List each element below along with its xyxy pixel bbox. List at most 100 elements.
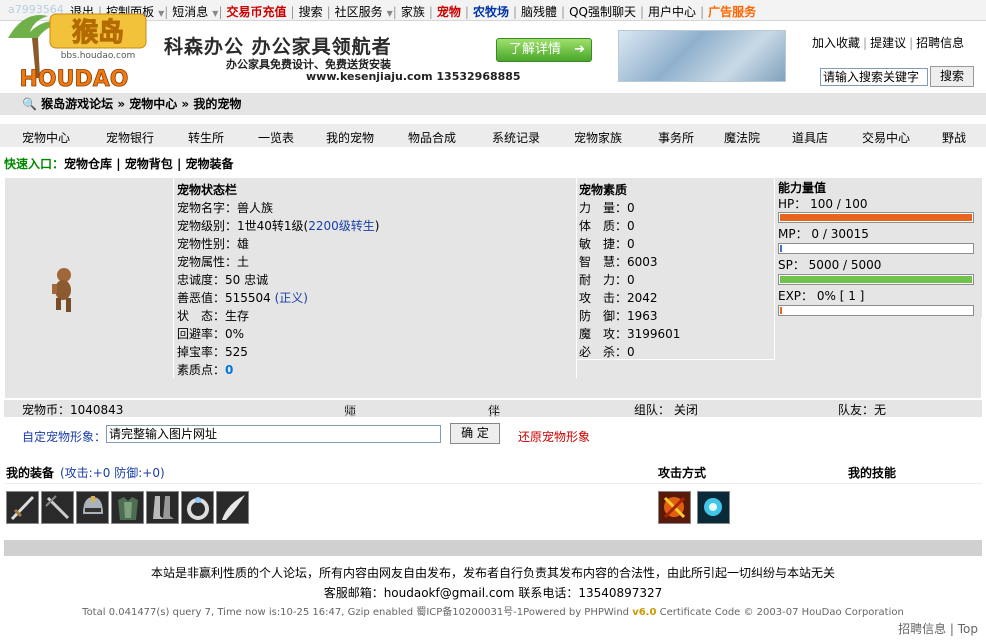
dagger-icon[interactable]	[41, 491, 74, 524]
armor-icon[interactable]	[111, 491, 144, 524]
footer-meta-suffix: Certificate Code © 2003-07 HouDao Corpor…	[656, 607, 904, 618]
top-nav-item[interactable]: 搜索	[295, 3, 327, 20]
search-input[interactable]: 请输入搜索关键字	[820, 68, 928, 86]
top-nav-item[interactable]: 脑残體	[517, 3, 561, 20]
equipment-stats: (攻击:+0 防御:+0)	[60, 466, 165, 480]
image-url-input[interactable]: 请完整输入图片网址	[106, 425, 441, 443]
main-nav-item[interactable]: 物品合成	[408, 129, 456, 146]
top-nav-item[interactable]: 农牧场	[469, 3, 513, 20]
karma-link[interactable]: (正义)	[275, 291, 308, 305]
search-icon: 🔍	[22, 97, 37, 111]
site-logo[interactable]: 猴岛 bbs.houdao.com HOUDAO	[4, 8, 156, 92]
quick-entry-label: 快速入口：	[4, 157, 65, 171]
exp-label: EXP： 0% [ 1 ]	[778, 289, 865, 303]
sword-icon[interactable]	[6, 491, 39, 524]
footer-contact: 客服邮箱：houdaokf@gmail.com 联系电话：13540897327	[323, 586, 663, 600]
main-nav-item[interactable]: 转生所	[188, 129, 224, 146]
logo-graphic: 猴岛 bbs.houdao.com HOUDAO	[8, 13, 147, 92]
main-nav-item[interactable]: 魔法院	[724, 129, 760, 146]
quick-link-warehouse[interactable]: 宠物仓库	[64, 157, 112, 171]
pet-karma-text: 善恶值：515504	[177, 291, 275, 305]
main-nav-item[interactable]: 我的宠物	[326, 129, 374, 146]
pet-karma: 善恶值：515504 (正义)	[177, 289, 573, 307]
main-nav-item[interactable]: 宠物银行	[106, 129, 154, 146]
mp-bar	[778, 243, 974, 254]
teammate-status: 队友：无	[838, 403, 887, 417]
ring-icon[interactable]	[181, 491, 214, 524]
quick-link-equipment[interactable]: 宠物装备	[186, 157, 234, 171]
footer-meta: Total 0.041477(s) query 7, Time now is:1…	[4, 603, 982, 618]
energy-header: 能力量值	[778, 181, 827, 195]
ice-orb-icon[interactable]	[697, 491, 730, 524]
pet-gender: 宠物性别：雄	[177, 237, 250, 251]
main-nav-item[interactable]: 野战	[942, 129, 966, 146]
top-nav-item[interactable]: 家族	[397, 3, 429, 20]
pet-portrait-cell	[5, 178, 171, 398]
info-bar: 宠物币：1040843 师傅：无 伴侣：无 组队： 关闭 队友：无	[4, 400, 982, 435]
footer-top-link[interactable]: Top	[958, 622, 978, 636]
main-nav-item[interactable]: 宠物家族	[574, 129, 622, 146]
top-nav-item[interactable]: 宠物	[433, 3, 465, 20]
ad-details-label: 了解详情	[509, 42, 562, 57]
quick-entry: 快速入口：宠物仓库 | 宠物背包 | 宠物装备	[4, 157, 234, 171]
energy-column: 能力量值 HP： 100 / 100 MP： 0 / 30015 SP： 500…	[776, 178, 982, 318]
custom-image-row: 自定宠物形象： 请完整输入图片网址 确 定 还原宠物形象	[4, 418, 982, 460]
main-nav: 宠物中心 宠物银行 转生所 一览表 我的宠物 物品合成 系统记录 宠物家族 事务所 魔法院 道具店 交…	[0, 123, 986, 148]
ad-banner[interactable]: 科森办公 办公家具领航者 办公家具免费设计、免费送货安装 www.kesenji…	[150, 26, 790, 88]
quality-rows: 力 量：0 体 质：0 敏 捷：0 智 慧：6003 耐 力：0 攻 击：2042 防 御：…	[579, 199, 772, 361]
footer-links: 招聘信息 | Top	[898, 622, 978, 636]
main-nav-item[interactable]: 道具店	[792, 129, 828, 146]
breadcrumb-path[interactable]: 猴岛游戏论坛 » 宠物中心 » 我的宠物	[41, 97, 241, 111]
rebirth-link[interactable]: 2200级转生	[308, 219, 375, 233]
exp-bar	[778, 305, 974, 316]
main-nav-item[interactable]: 系统记录	[492, 129, 540, 146]
quality-header: 宠物素质	[579, 183, 628, 197]
main-nav-item[interactable]: 事务所	[658, 129, 694, 146]
status-column: 宠物状态栏 宠物名字：兽人族 宠物级别：1世40转1级(2200级转生) 宠物性…	[173, 178, 577, 378]
quality-stat: 智 慧：6003	[579, 255, 658, 269]
add-favorite-link[interactable]: 加入收藏	[812, 36, 860, 50]
status-header: 宠物状态栏	[177, 183, 238, 197]
quality-stat: 攻 击：2042	[579, 291, 658, 305]
divider-bar	[4, 540, 982, 556]
main-nav-item[interactable]: 一览表	[258, 129, 294, 146]
jobs-link[interactable]: 招聘信息	[916, 36, 964, 50]
fire-attack-icon[interactable]	[658, 491, 691, 524]
suggest-link[interactable]: 提建议	[870, 36, 906, 50]
top-nav-item[interactable]: QQ强制聊天	[565, 3, 640, 20]
hp-fill	[780, 214, 972, 221]
top-nav-item[interactable]: 社区服务	[331, 3, 387, 20]
confirm-button[interactable]: 确 定	[450, 423, 500, 444]
search-button[interactable]: 搜索	[930, 66, 974, 87]
quick-link-backpack[interactable]: 宠物背包	[125, 157, 173, 171]
boots-icon[interactable]	[146, 491, 179, 524]
pet-points-value[interactable]: 0	[225, 363, 233, 377]
pet-evade: 回避率：0%	[177, 327, 245, 341]
top-links: 加入收藏 | 提建议 | 招聘信息	[812, 36, 965, 50]
quality-stat: 魔 攻：3199601	[579, 327, 681, 341]
top-nav-items: 退出 | 控制面板 ▼| 短消息 ▼| 交易币充值 | 搜索 | 社区服务 ▼| 家族 | 宠物 | 农牧场 | 脑…	[66, 3, 760, 20]
team-status: 组队： 关闭	[634, 403, 698, 417]
equipment-row	[4, 485, 982, 539]
top-nav-item[interactable]: 用户中心	[644, 3, 700, 20]
helmet-icon[interactable]	[76, 491, 109, 524]
pet-panel: 宠物状态栏 宠物名字：兽人族 宠物级别：1世40转1级(2200级转生) 宠物性…	[4, 177, 982, 399]
blade-icon[interactable]	[216, 491, 249, 524]
top-nav-item[interactable]: 短消息	[168, 3, 212, 20]
arrow-right-icon: ➔	[574, 42, 585, 57]
attack-mode-title: 攻击方式	[658, 466, 707, 480]
footer-meta-text: Total 0.041477(s) query 7, Time now is:1…	[82, 607, 633, 618]
main-nav-item[interactable]: 交易中心	[862, 129, 910, 146]
footer-jobs-link[interactable]: 招聘信息	[898, 622, 946, 636]
main-nav-item[interactable]: 宠物中心	[22, 129, 70, 146]
quality-column: 宠物素质 力 量：0 体 质：0 敏 捷：0 智 慧：6003 耐 力：0 攻 击：204…	[577, 178, 775, 360]
pet-drop-rate: 掉宝率：525	[177, 345, 248, 359]
quality-stat: 敏 捷：0	[579, 237, 635, 251]
top-nav-item[interactable]: 广告服务	[704, 3, 760, 20]
top-nav-item[interactable]: 交易币充值	[223, 3, 291, 20]
ad-details-button[interactable]: 了解详情 ➔	[496, 38, 592, 62]
restore-image-link[interactable]: 还原宠物形象	[518, 428, 590, 445]
logo-url: bbs.houdao.com	[61, 51, 136, 61]
custom-image-label: 自定宠物形象：	[22, 430, 107, 444]
pet-coins: 宠物币：1040843	[22, 403, 124, 417]
